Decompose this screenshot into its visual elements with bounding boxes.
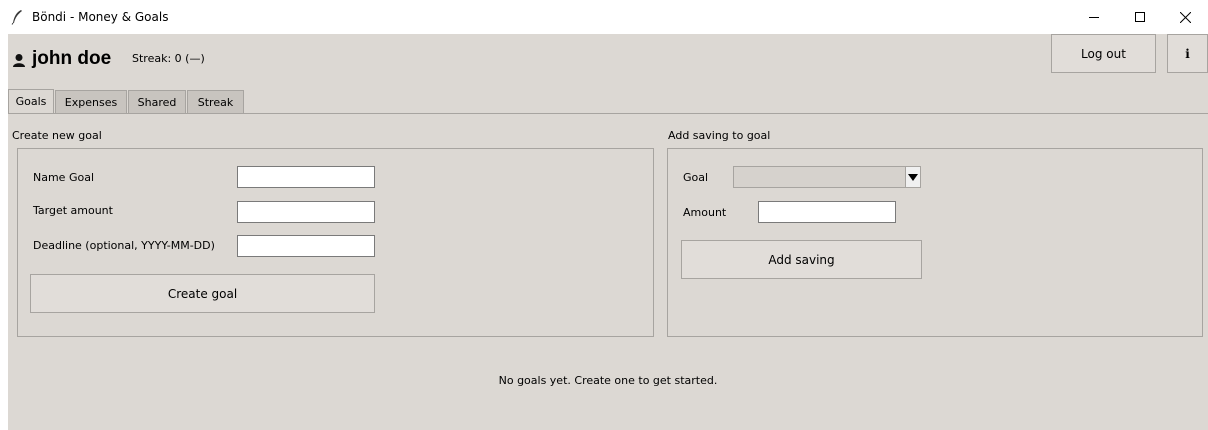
deadline-input[interactable] [237, 235, 375, 257]
feather-icon [10, 9, 24, 25]
user-icon [11, 52, 27, 68]
tab-shared[interactable]: Shared [128, 90, 186, 113]
dropdown-button[interactable] [905, 167, 920, 187]
create-goal-button[interactable]: Create goal [30, 274, 375, 313]
target-amount-input[interactable] [237, 201, 375, 223]
tab-expenses[interactable]: Expenses [55, 90, 127, 113]
empty-state-message: No goals yet. Create one to get started. [498, 374, 718, 387]
close-icon [1179, 11, 1191, 23]
user-name: john doe [32, 48, 112, 69]
add-saving-button[interactable]: Add saving [681, 240, 922, 279]
name-goal-input[interactable] [237, 166, 375, 188]
minimize-button[interactable] [1071, 0, 1117, 34]
window-title: Böndi - Money & Goals [32, 10, 169, 24]
app-client-area: john doe Streak: 0 (—) Log out i Goals E… [8, 34, 1208, 430]
create-goal-title: Create new goal [12, 129, 102, 142]
amount-input[interactable] [758, 201, 896, 223]
window-titlebar: Böndi - Money & Goals [0, 0, 1208, 34]
goal-select[interactable] [733, 166, 921, 188]
logout-button[interactable]: Log out [1051, 34, 1156, 73]
add-saving-title: Add saving to goal [668, 129, 771, 142]
streak-status: Streak: 0 (—) [132, 52, 205, 65]
maximize-icon [1135, 12, 1145, 22]
tab-streak[interactable]: Streak [187, 90, 244, 113]
name-goal-label: Name Goal [33, 171, 94, 184]
target-amount-label: Target amount [33, 204, 113, 217]
close-button[interactable] [1162, 0, 1208, 34]
triangle-down-icon [908, 170, 918, 184]
deadline-label: Deadline (optional, YYYY-MM-DD) [33, 239, 215, 252]
goal-label: Goal [683, 171, 709, 184]
minimize-icon [1089, 12, 1099, 22]
tab-divider [8, 113, 1208, 114]
info-button[interactable]: i [1167, 34, 1208, 73]
maximize-button[interactable] [1117, 0, 1163, 34]
tab-goals[interactable]: Goals [8, 89, 54, 113]
amount-label: Amount [683, 206, 727, 219]
